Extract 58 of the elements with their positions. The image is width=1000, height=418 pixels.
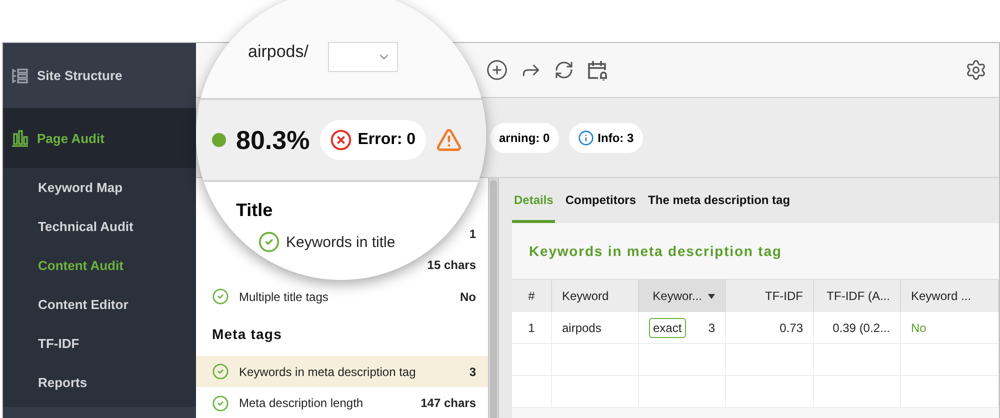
row-value: 1 [468,226,477,243]
sidebar-item[interactable]: Content Editor [3,285,196,324]
url-text: airpods/ [248,42,308,62]
error-chip[interactable]: Error: 0 [320,120,426,160]
match-tag: exact [649,318,686,338]
list-tree-icon [11,66,29,84]
warning-icon [436,127,462,153]
sidebar-item[interactable]: Technical Audit [3,207,196,246]
table-cell: No [901,312,999,344]
calendar-bell-icon[interactable] [586,59,608,81]
column-header[interactable]: Keywor... [639,280,726,312]
audit-row[interactable]: Meta description length 147 chars [196,387,488,418]
sort-caret-icon [708,294,715,298]
settings-icon[interactable] [965,59,987,81]
add-icon[interactable] [486,59,508,81]
row-value: 15 chars [426,257,477,274]
count-text: 3 [708,320,715,334]
check-icon [212,288,229,306]
audit-row[interactable]: Keywords in meta description tag 3 [196,356,488,388]
bar-chart-icon [11,129,29,147]
tab[interactable]: Competitors [563,193,638,223]
check-icon [212,394,229,412]
tab[interactable]: The meta description tag [646,193,792,223]
row-label: Keywords in title [286,234,396,250]
error-icon [330,129,352,151]
table-cell: airpods [552,312,639,344]
audit-row[interactable]: Multiple title tags No [196,281,488,313]
section-heading: Meta tags [211,325,283,344]
info-chip[interactable]: Info: 3 [568,122,643,152]
row-label: Keywords in meta description tag [239,364,417,379]
info-icon [578,130,594,146]
column-header[interactable]: TF-IDF [726,280,814,312]
row-label: Multiple title tags [239,290,330,304]
score-text: 80.3% [236,124,310,156]
row-value: 3 [469,364,476,379]
column-header[interactable]: # [512,280,552,312]
row-label: Meta description length [239,396,364,410]
sidebar-item[interactable]: Keyword Map [3,168,196,207]
check-icon [258,231,280,253]
table-cell: 1 [512,312,552,344]
row-value: 147 chars [420,396,476,410]
row-value: No [460,290,476,304]
check-icon [212,363,229,380]
section-heading: Title [235,199,273,221]
warning-chip[interactable]: arning: 0 [490,122,559,152]
column-header[interactable]: TF-IDF (A... [814,280,901,312]
table-cell: 0.39 (0.2... [814,312,901,344]
scrollbar-thumb[interactable] [490,180,497,418]
sidebar-item[interactable]: TF-IDF [3,324,196,363]
sidebar-section[interactable]: Page Audit [3,108,196,168]
status-dot [212,133,226,147]
sidebar-section[interactable]: Site Structure [3,43,196,108]
table-cell: 0.73 [726,312,814,344]
column-header[interactable]: Keyword [552,280,639,312]
column-header[interactable]: Keyword ... [901,280,999,312]
sidebar-item[interactable]: Reports [3,363,196,402]
sidebar-item[interactable]: Content Audit [3,246,196,285]
refresh-icon[interactable] [554,60,574,80]
